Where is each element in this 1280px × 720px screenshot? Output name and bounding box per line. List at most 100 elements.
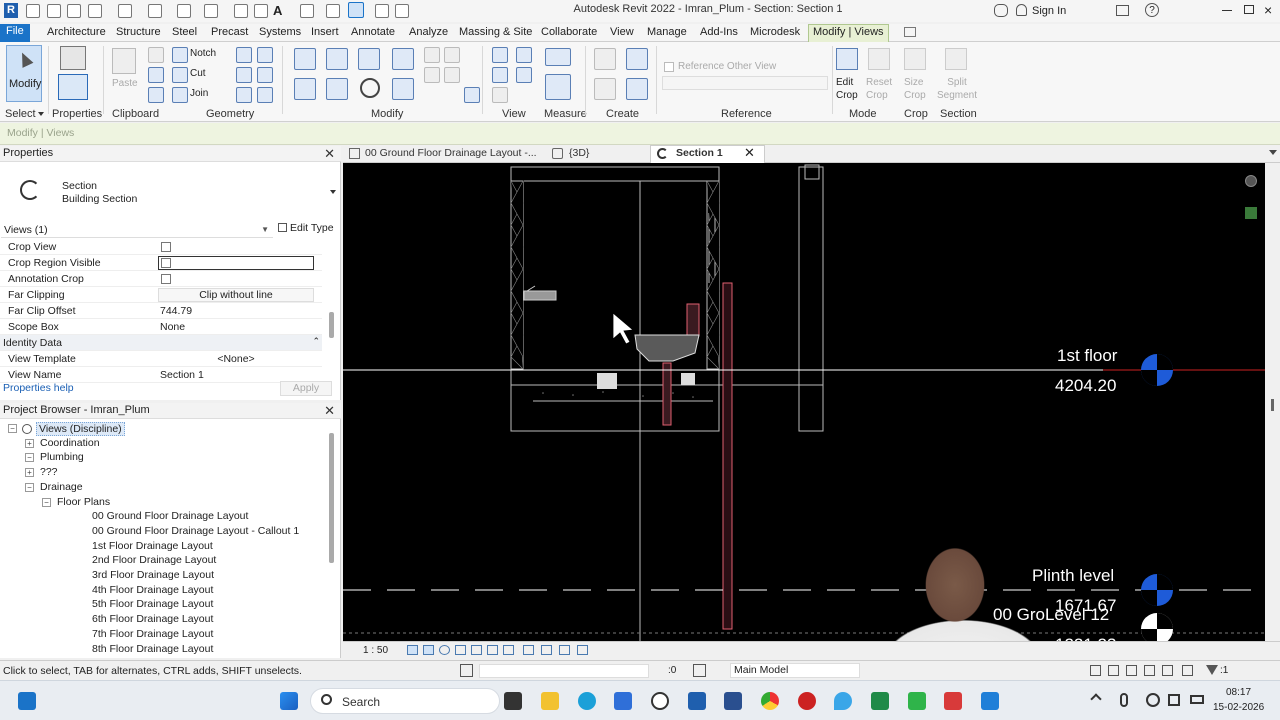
clock-time[interactable]: 08:17: [1226, 687, 1251, 698]
crop-view-checkbox[interactable]: [161, 242, 171, 252]
linework-icon[interactable]: [492, 67, 508, 83]
tree-item[interactable]: 1st Floor Drainage Layout: [92, 540, 213, 552]
volume-icon[interactable]: [1168, 694, 1180, 706]
task-view-icon[interactable]: [504, 692, 522, 710]
tab-ground-floor-drainage[interactable]: 00 Ground Floor Drainage Layout -...: [365, 147, 537, 159]
tree-item[interactable]: 8th Floor Drainage Layout: [92, 643, 213, 655]
browser-scrollbar[interactable]: [329, 433, 334, 563]
tab-insert[interactable]: Insert: [307, 25, 343, 39]
file-explorer-icon[interactable]: [541, 692, 559, 710]
tree-item[interactable]: 7th Floor Drainage Layout: [92, 628, 213, 640]
scope-box-value[interactable]: None: [160, 321, 185, 333]
view-template-button[interactable]: <None>: [158, 353, 314, 365]
geometry-tool-icon[interactable]: [236, 67, 252, 83]
tree-item[interactable]: Views (Discipline): [36, 422, 125, 436]
panel-select-label[interactable]: Select: [5, 108, 36, 120]
clock-date[interactable]: 15-02-2026: [1213, 702, 1264, 713]
tab-microdesk[interactable]: Microdesk: [746, 25, 804, 39]
canvas-scrollbar[interactable]: [1265, 163, 1280, 641]
tree-item[interactable]: 2nd Floor Drainage Layout: [92, 554, 216, 566]
cut-geometry-icon[interactable]: [172, 67, 188, 83]
select-by-face-icon[interactable]: [1144, 665, 1155, 676]
annotation-crop-checkbox[interactable]: [161, 274, 171, 284]
align-icon[interactable]: [294, 48, 316, 70]
tree-item[interactable]: Coordination: [40, 437, 100, 449]
worksets-icon[interactable]: [460, 664, 473, 677]
crop-region-visible-field[interactable]: [158, 256, 314, 270]
show-crop-icon[interactable]: [487, 645, 498, 655]
tab-add-ins[interactable]: Add-Ins: [696, 25, 742, 39]
tree-item[interactable]: 5th Floor Drainage Layout: [92, 598, 213, 610]
pin-icon[interactable]: [424, 67, 440, 83]
tree-expander-icon[interactable]: +: [25, 438, 34, 448]
tab-file[interactable]: File: [0, 24, 30, 42]
hide-in-view-icon[interactable]: [492, 47, 508, 63]
cut-clipboard-icon[interactable]: [148, 47, 164, 63]
edit-crop-label[interactable]: Edit Crop: [836, 76, 862, 102]
tree-item[interactable]: 00 Ground Floor Drainage Layout: [92, 510, 248, 522]
close-browser-icon[interactable]: ✕: [324, 403, 335, 419]
network-icon[interactable]: [1146, 693, 1160, 707]
notch-icon[interactable]: [172, 47, 188, 63]
tab-precast[interactable]: Precast: [207, 25, 252, 39]
red-app-icon[interactable]: [944, 692, 962, 710]
split-segment-label[interactable]: Split Segment: [936, 76, 978, 102]
cart-icon[interactable]: [1116, 5, 1129, 16]
tree-item[interactable]: 3rd Floor Drainage Layout: [92, 569, 214, 581]
drawing-canvas[interactable]: 1st floor 4204.20 Plinth level 1671.67 0…: [343, 163, 1265, 641]
geometry-tool-icon[interactable]: [257, 47, 273, 63]
create-assembly-icon[interactable]: [594, 48, 616, 70]
view-tool-icon[interactable]: [516, 67, 532, 83]
store-icon[interactable]: [614, 692, 632, 710]
battery-icon[interactable]: [1190, 695, 1204, 704]
prop-group-identity-data[interactable]: Identity Data ⌃: [0, 335, 322, 351]
shadows-icon[interactable]: [455, 645, 466, 655]
tab-annotate[interactable]: Annotate: [347, 25, 399, 39]
user-icon[interactable]: [1016, 4, 1027, 16]
filter-icon[interactable]: [1206, 665, 1218, 675]
view-tool-icon[interactable]: [492, 87, 508, 103]
tab-collaborate[interactable]: Collaborate: [537, 25, 601, 39]
tab-3d[interactable]: {3D}: [569, 147, 589, 159]
type-subname[interactable]: Building Section: [62, 193, 137, 205]
geometry-tool-icon[interactable]: [236, 47, 252, 63]
tab-systems[interactable]: Systems: [255, 25, 305, 39]
copy-modify-icon[interactable]: [326, 78, 348, 100]
close-tab-icon[interactable]: ✕: [744, 145, 755, 161]
measure-distance-icon[interactable]: [545, 48, 571, 66]
start-icon[interactable]: [280, 692, 298, 710]
crop-view-icon[interactable]: [471, 645, 482, 655]
paste-label[interactable]: Paste: [112, 78, 138, 89]
tree-item[interactable]: Floor Plans: [57, 496, 110, 508]
tabs-overflow-icon[interactable]: [1269, 150, 1277, 155]
tab-manage[interactable]: Manage: [643, 25, 691, 39]
blue-app-icon[interactable]: [981, 692, 999, 710]
zoom-icon[interactable]: [1245, 207, 1257, 219]
rotate-icon[interactable]: [360, 78, 380, 98]
reference-other-view-checkbox[interactable]: [664, 62, 674, 72]
split-segment-icon[interactable]: [945, 48, 967, 70]
design-option-dropdown[interactable]: Main Model: [730, 663, 860, 678]
size-crop-label[interactable]: Size Crop: [904, 76, 930, 102]
tab-massing-site[interactable]: Massing & Site: [455, 25, 536, 39]
split-face-icon[interactable]: [257, 87, 273, 103]
edit-type-button[interactable]: Edit Type: [278, 222, 334, 234]
tab-section-1[interactable]: Section 1: [676, 147, 723, 159]
revit-taskbar-icon[interactable]: [688, 692, 706, 710]
navisworks-icon[interactable]: [724, 692, 742, 710]
select-dropdown-icon[interactable]: [38, 112, 44, 116]
reference-other-view-label[interactable]: Reference Other View: [678, 61, 776, 72]
modify-button[interactable]: Modify: [6, 45, 42, 102]
droplet-icon[interactable]: [834, 692, 852, 710]
size-crop-icon[interactable]: [904, 48, 926, 70]
temp-hide-icon[interactable]: [503, 645, 514, 655]
workset-dropdown[interactable]: [479, 664, 649, 678]
tab-architecture[interactable]: Architecture: [43, 25, 110, 39]
tree-expander-icon[interactable]: +: [25, 468, 34, 478]
tree-item[interactable]: Plumbing: [40, 451, 84, 463]
far-clip-offset-value[interactable]: 744.79: [160, 305, 192, 317]
join-icon[interactable]: [172, 87, 188, 103]
tab-analyze[interactable]: Analyze: [405, 25, 452, 39]
type-selector-dropdown-icon[interactable]: [330, 190, 336, 194]
drag-elements-icon[interactable]: [1162, 665, 1173, 676]
